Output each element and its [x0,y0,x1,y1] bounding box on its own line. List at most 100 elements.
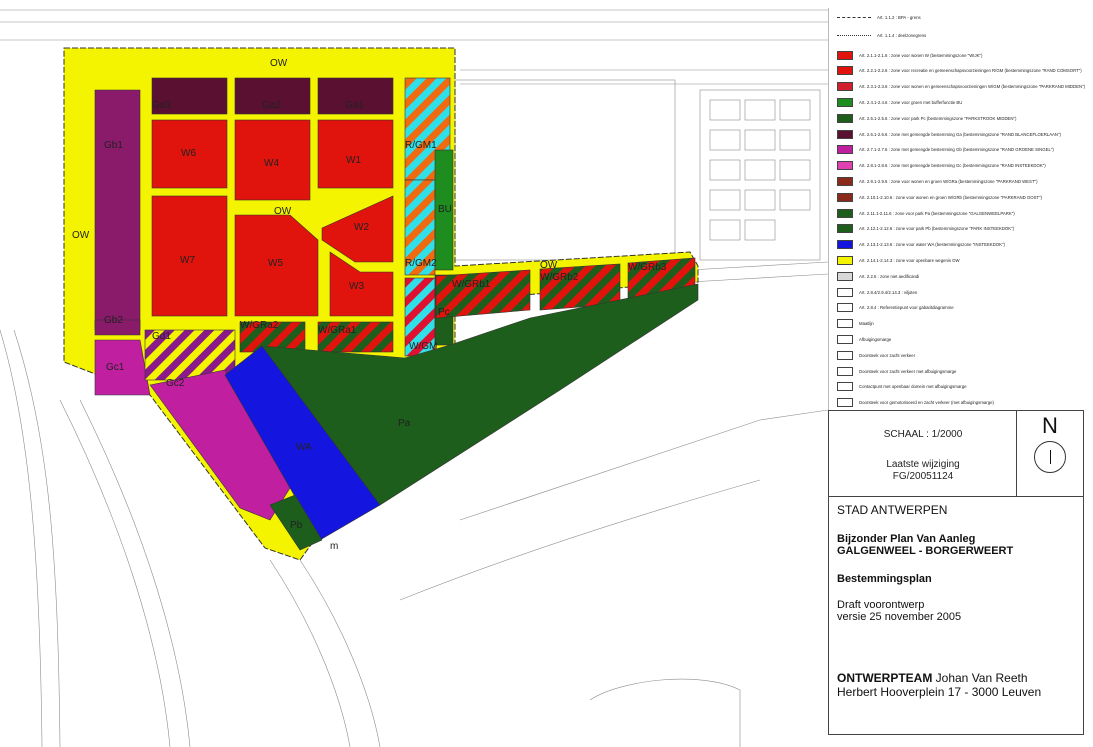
label-wgra2: W/GRa2 [240,320,279,331]
legend-item: Art. 2.3.1-2.3.6 : zone voor wonen en ge… [837,82,1085,92]
legend-item-label: Art. 2.8.4 : Referentiepunt voor gabarit… [859,305,954,311]
legend-swatch-icon [837,334,853,344]
label-bu: BU [438,204,452,215]
legend-item-label: Doorsteek voor gemotoriseerd en zacht ve… [859,400,994,406]
label-wgra1: W/GRa1 [318,325,357,336]
legend-swatch-icon [837,287,853,297]
label-gc1: Gc1 [106,362,125,373]
legend-swatch-icon [837,271,853,281]
label-wgm: W/GM [409,341,437,352]
legend-swatch-icon [837,366,853,376]
legend-swatch-icon [837,255,853,265]
label-pb: Pb [290,520,303,531]
legend-line-1: Art. 1.1.2 : BPA - grens [837,12,921,22]
legend-swatch-icon [837,192,853,202]
legend-item: Contactpunt met openbaar domein met afbu… [837,382,967,392]
legend-swatch-icon [837,176,853,186]
label-w2: W2 [354,222,369,233]
legend-item: Art. 2.8.4/2.9.4/2.14.3 : viljoten [837,287,917,297]
legend-item: Art. 2.12.1-2.12.6 : zone voor park Pb (… [837,224,1014,234]
legend-item-label: Maatlijn [859,321,874,327]
legend-item: Art. 2.8.1-2.8.6 : zone met gemengde bes… [837,161,1046,171]
legend-item-label: Art. 2.13.1-2.13.6 : zone voor water WA … [859,242,1005,248]
legend-item-label: Art. 2.2.1-2.2.6 : zone voor recreatie e… [859,68,1082,74]
label-w1: W1 [346,155,361,166]
plan-name: GALGENWEEL - BORGERWEERT [837,545,1014,557]
legend-item: Art. 2.11.1-2.11.6 : zone voor park Pa (… [837,208,1015,218]
north-arrow-icon [1034,441,1066,473]
legend-item: Art. 2.14.1-2.14.3 : zone voor openbare … [837,255,960,265]
design-team: ONTWERPTEAM Johan Van Reeth [837,671,1028,685]
label-wa: WA [296,442,312,453]
legend-swatch-icon [837,82,853,92]
zone-gb [94,89,141,331]
legend-item-label: Art. 2.8.1-2.8.6 : zone met gemengde bes… [859,163,1046,169]
label-rgm1: R/GM1 [405,140,437,151]
north-box: N [1017,411,1083,497]
label-wgrb2: W/GRb2 [540,272,579,283]
legend-item-label: Art. 2.1.1-2.1.6 : zone voor wonen W (be… [859,52,983,58]
legend-item-label: Art. 2.10.1-2.10.6 : zone voor wonen en … [859,194,1043,200]
legend-swatch-icon [837,240,853,250]
legend-item: Art. 2.10.1-2.10.6 : zone voor wonen en … [837,192,1042,202]
legend-item-label: Afbuigingsmarge [859,336,892,342]
legend-swatch-icon [837,145,853,155]
legend-item-label: Art. 2.6.1-2.6.6 : zone met gemengde bes… [859,131,1061,137]
legend-item: Afbuigingsmarge [837,334,891,344]
label-w3: W3 [349,281,364,292]
legend-item: Art. 2.5.1-2.5.6 : zone voor park Pc (be… [837,113,1016,123]
legend-item-label: Art. 2.5.1-2.5.6 : zone voor park Pc (be… [859,115,1017,121]
label-gb1: Gb1 [104,140,123,151]
legend-item-label: Art. 2.4.1-2.4.6 : zone voor groen met b… [859,99,963,105]
label-m: m [330,541,338,552]
legend-line-2: Art. 1.1.4 : deelzonegrens [837,30,926,40]
legend-item-label: Art. 2.8.4/2.9.4/2.14.3 : viljoten [859,289,918,295]
legend-swatch-icon [837,224,853,234]
label-ga3: Ga3 [152,100,171,111]
label-pc: Pc [438,307,450,318]
subzone-line-icon [837,34,871,36]
legend-swatch-icon [837,398,853,408]
label-rgm2: R/GM2 [405,258,437,269]
legend-item: Art. 2.6.1-2.6.6 : zone met gemengde bes… [837,129,1061,139]
legend-swatch-icon [837,350,853,360]
legend-item-label: Doorsteek voor zacht verkeer [859,352,916,358]
legend-item-label: Art. 2.14.1-2.14.3 : zone voor openbare … [859,257,960,263]
legend-item: Art. 2.9.1-2.9.6 : zone voor wonen en gr… [837,176,1038,186]
legend-item-label: Art. 2.3.1-2.3.6 : zone voor wonen en ge… [859,84,1086,90]
legend-swatch-icon [837,113,853,123]
legend-swatch-icon [837,97,853,107]
legend-swatch-icon [837,66,853,76]
boundary-line-icon [837,16,871,18]
legend-item: Art. 2.4.1-2.4.6 : zone voor groen met b… [837,97,962,107]
legend-swatch-icon [837,129,853,139]
legend-item-label: Doorsteek voor zacht verkeer met afbuigi… [859,368,957,374]
label-pa: Pa [398,418,411,429]
zone-w1 [317,119,394,189]
legend-swatch-icon [837,303,853,313]
city-name: STAD ANTWERPEN [837,503,948,517]
legend-item-label: Art. 2.12.1-2.12.6 : zone voor park Pb (… [859,226,1015,232]
legend-item: Art. 2.2.1-2.2.6 : zone voor recreatie e… [837,66,1082,76]
legend-swatch-icon [837,319,853,329]
plan-title: Bijzonder Plan Van Aanleg [837,533,976,545]
legend-item: Art. 2.13.1-2.13.6 : zone voor water WA … [837,240,1005,250]
label-gb2: Gb2 [104,315,123,326]
legend-item: Art. 2.8.4 : Referentiepunt voor gabarit… [837,303,954,313]
design-team-address: Herbert Hooverplein 17 - 3000 Leuven [837,685,1042,699]
label-ow-top: OW [270,58,288,69]
scale-text: SCHAAL : 1/2000 [883,429,963,440]
legend-swatch-icon [837,161,853,171]
legend-item: Doorsteek voor gemotoriseerd en zacht ve… [837,398,994,408]
label-ga1: Ga1 [345,100,364,111]
legend-item: Maatlijn [837,319,874,329]
label-w7: W7 [180,255,195,266]
label-ga2: Ga2 [262,100,281,111]
label-w5: W5 [268,258,283,269]
legend-item: Art. 2.2.5 : zone niet aedificandi [837,271,919,281]
version-label: versie 25 november 2005 [837,611,962,623]
legend-item: Art. 2.1.1-2.1.6 : zone voor wonen W (be… [837,50,982,60]
legend-item-label: Art. 2.11.1-2.11.6 : zone voor park Pa (… [859,210,1015,216]
label-gc2: Gc2 [166,378,185,389]
legend-item-label: Contactpunt met openbaar domein met afbu… [859,384,967,390]
